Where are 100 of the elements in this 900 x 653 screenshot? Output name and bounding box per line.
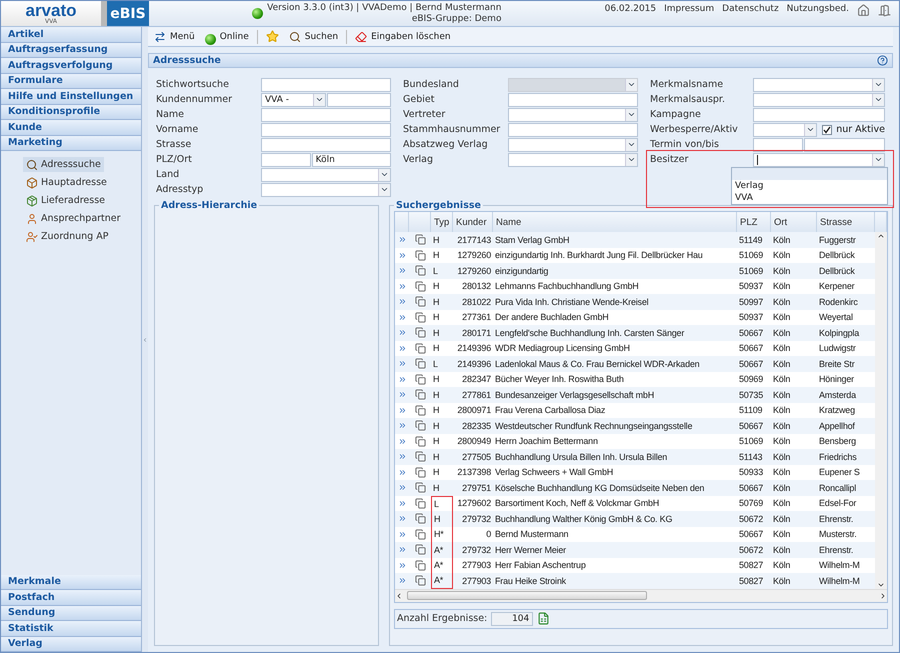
- open-row-icon[interactable]: [398, 421, 406, 430]
- sidebar-section[interactable]: Hilfe und Einstellungen: [1, 89, 141, 104]
- documents-icon[interactable]: [414, 280, 426, 292]
- open-row-icon[interactable]: [398, 452, 406, 462]
- input-field[interactable]: [261, 122, 391, 136]
- column-header[interactable]: Ort: [771, 212, 817, 232]
- documents-icon[interactable]: [414, 312, 426, 323]
- open-row-icon[interactable]: [398, 514, 406, 524]
- sidebar-item[interactable]: Zuordnung AP: [23, 229, 112, 244]
- vertical-scrollbar[interactable]: [875, 232, 887, 588]
- select-field[interactable]: [753, 92, 885, 106]
- open-row-icon[interactable]: [398, 576, 406, 586]
- documents-icon[interactable]: [414, 234, 426, 246]
- sidebar-section[interactable]: Statistik: [1, 621, 141, 636]
- select-field[interactable]: [508, 138, 638, 152]
- open-row-icon[interactable]: [398, 406, 406, 415]
- documents-icon[interactable]: [414, 560, 426, 571]
- documents-icon[interactable]: [414, 404, 426, 416]
- input-field[interactable]: Köln: [312, 152, 391, 166]
- column-header[interactable]: PLZ: [737, 212, 771, 232]
- open-row-icon[interactable]: [398, 359, 406, 368]
- header-link[interactable]: Impressum: [664, 4, 714, 26]
- toolbar-button[interactable]: Eingaben löschen: [353, 28, 453, 46]
- sidebar-section[interactable]: Artikel: [1, 27, 141, 42]
- open-row-icon[interactable]: [398, 390, 406, 400]
- select-field[interactable]: [753, 152, 885, 166]
- checkbox[interactable]: [822, 124, 832, 134]
- column-header[interactable]: Strasse: [817, 212, 875, 232]
- toolbar-button[interactable]: Menü: [152, 28, 197, 46]
- sidebar-section[interactable]: Konditionsprofile: [1, 104, 141, 120]
- open-row-icon[interactable]: [398, 235, 406, 244]
- input-field[interactable]: [508, 122, 638, 136]
- input-field[interactable]: [261, 152, 311, 166]
- input-field[interactable]: [753, 138, 804, 152]
- open-row-icon[interactable]: [398, 297, 406, 306]
- sidebar-item[interactable]: Lieferadresse: [23, 193, 108, 208]
- documents-icon[interactable]: [414, 327, 426, 338]
- sidebar-section[interactable]: Auftragsverfolgung: [1, 58, 141, 74]
- open-row-icon[interactable]: [398, 282, 406, 291]
- select-field[interactable]: [508, 108, 638, 122]
- open-row-icon[interactable]: [398, 483, 406, 492]
- documents-icon[interactable]: [414, 513, 426, 524]
- open-row-icon[interactable]: [398, 266, 406, 276]
- sidebar-section[interactable]: Sendung: [1, 606, 141, 621]
- sidebar-section[interactable]: Verlag: [1, 636, 141, 652]
- sidebar-item[interactable]: Adresssuche: [23, 157, 104, 172]
- documents-icon[interactable]: [414, 265, 426, 276]
- documents-icon[interactable]: [414, 544, 426, 556]
- select-field[interactable]: [261, 182, 391, 196]
- open-row-icon[interactable]: [398, 560, 406, 570]
- open-row-icon[interactable]: [398, 545, 406, 554]
- input-field[interactable]: [508, 92, 638, 106]
- open-row-icon[interactable]: [398, 250, 406, 260]
- sidebar-section[interactable]: Postfach: [1, 590, 141, 606]
- scroll-left-icon[interactable]: [395, 592, 403, 600]
- header-link[interactable]: Datenschutz: [722, 4, 779, 26]
- sidebar-item[interactable]: Ansprechpartner: [23, 211, 124, 226]
- documents-icon[interactable]: [414, 466, 426, 478]
- toolbar-button[interactable]: Suchen: [286, 28, 340, 46]
- open-row-icon[interactable]: [398, 498, 406, 508]
- select-field[interactable]: [508, 152, 638, 166]
- input-field[interactable]: [804, 138, 885, 152]
- input-field[interactable]: [261, 138, 391, 152]
- input-field[interactable]: [261, 108, 391, 122]
- documents-icon[interactable]: [414, 528, 426, 540]
- dropdown-option[interactable]: Verlag: [732, 180, 887, 192]
- open-row-icon[interactable]: [398, 468, 406, 477]
- input-field[interactable]: [261, 78, 391, 92]
- open-row-icon[interactable]: [398, 374, 406, 384]
- column-header[interactable]: Kunder: [453, 212, 493, 232]
- documents-icon[interactable]: [414, 436, 426, 447]
- select-field[interactable]: [753, 122, 818, 136]
- dropdown-option[interactable]: VVA: [732, 192, 887, 204]
- documents-icon[interactable]: [414, 342, 426, 354]
- documents-icon[interactable]: [414, 358, 426, 370]
- open-row-icon[interactable]: [398, 344, 406, 353]
- open-row-icon[interactable]: [398, 530, 406, 539]
- sidebar-section[interactable]: Kunde: [1, 120, 141, 136]
- sidebar-section[interactable]: Merkmale: [1, 574, 141, 590]
- sidebar-item[interactable]: Hauptadresse: [23, 175, 110, 190]
- input-field[interactable]: [753, 108, 885, 122]
- documents-icon[interactable]: [414, 296, 426, 308]
- horizontal-scrollbar[interactable]: [395, 588, 887, 602]
- input-field[interactable]: [326, 92, 391, 106]
- sidebar-section[interactable]: Formulare: [1, 74, 141, 89]
- help-icon[interactable]: [877, 55, 888, 66]
- logout-icon[interactable]: [878, 4, 891, 17]
- home-icon[interactable]: [857, 4, 870, 17]
- documents-icon[interactable]: [414, 498, 426, 509]
- documents-icon[interactable]: [414, 250, 426, 261]
- open-row-icon[interactable]: [398, 436, 406, 446]
- sidebar-section[interactable]: Auftragserfassung: [1, 42, 141, 58]
- scroll-up-icon[interactable]: [877, 232, 885, 240]
- header-link[interactable]: Nutzungsbed.: [786, 4, 849, 26]
- open-row-icon[interactable]: [398, 312, 406, 322]
- documents-icon[interactable]: [414, 482, 426, 494]
- documents-icon[interactable]: [414, 374, 426, 385]
- documents-icon[interactable]: [414, 420, 426, 432]
- sidebar-section[interactable]: Marketing: [1, 136, 141, 151]
- spreadsheet-icon[interactable]: [537, 612, 550, 625]
